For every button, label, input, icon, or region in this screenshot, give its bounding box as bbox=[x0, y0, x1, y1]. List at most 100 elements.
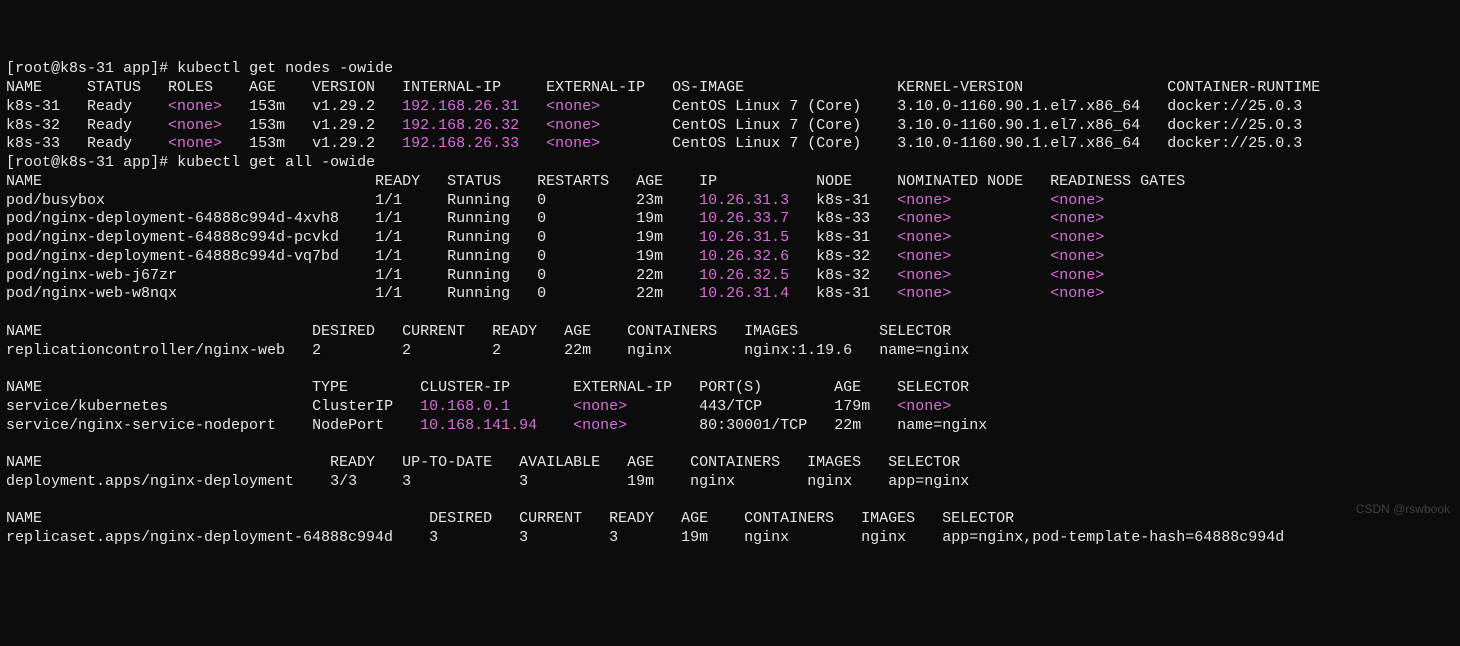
pod-status: Running bbox=[447, 210, 537, 227]
deploy-images: nginx bbox=[807, 473, 888, 490]
node-status: Ready bbox=[87, 117, 168, 134]
rs-desired: 3 bbox=[429, 529, 519, 546]
pod-name: pod/nginx-deployment-64888c994d-vq7bd bbox=[6, 248, 375, 265]
deploy-containers: nginx bbox=[690, 473, 807, 490]
pod-gates: <none> bbox=[1050, 248, 1104, 265]
svc-selector: name=nginx bbox=[897, 417, 987, 434]
pod-restarts: 0 bbox=[537, 285, 636, 302]
rc-desired: 2 bbox=[312, 342, 402, 359]
svc-name: service/nginx-service-nodeport bbox=[6, 417, 312, 434]
pod-name: pod/nginx-deployment-64888c994d-pcvkd bbox=[6, 229, 375, 246]
deploy-age: 19m bbox=[627, 473, 690, 490]
pod-ready: 1/1 bbox=[375, 192, 447, 209]
pod-nominated: <none> bbox=[897, 229, 951, 246]
node-roles: <none> bbox=[168, 117, 222, 134]
pod-restarts: 0 bbox=[537, 248, 636, 265]
pod-restarts: 0 bbox=[537, 267, 636, 284]
pod-age: 19m bbox=[636, 248, 699, 265]
pod-gates: <none> bbox=[1050, 192, 1104, 209]
svc-type: ClusterIP bbox=[312, 398, 420, 415]
pod-status: Running bbox=[447, 229, 537, 246]
deploy-uptodate: 3 bbox=[402, 473, 519, 490]
node-os: CentOS Linux 7 (Core) bbox=[672, 135, 897, 152]
node-roles: <none> bbox=[168, 98, 222, 115]
pod-name: pod/nginx-web-j67zr bbox=[6, 267, 375, 284]
pod-node: k8s-31 bbox=[816, 229, 897, 246]
pod-name: pod/nginx-web-w8nqx bbox=[6, 285, 375, 302]
pod-age: 19m bbox=[636, 229, 699, 246]
pod-ip: 10.26.31.3 bbox=[699, 192, 789, 209]
svc-type: NodePort bbox=[312, 417, 420, 434]
prompt-user-host: root@k8s-31 bbox=[15, 154, 114, 171]
node-version: v1.29.2 bbox=[312, 98, 402, 115]
node-version: v1.29.2 bbox=[312, 135, 402, 152]
pod-ready: 1/1 bbox=[375, 210, 447, 227]
prompt-user-host: root@k8s-31 bbox=[15, 60, 114, 77]
svc-age: 22m bbox=[834, 417, 897, 434]
deploy-ready: 3/3 bbox=[330, 473, 402, 490]
rs-selector: app=nginx,pod-template-hash=64888c994d bbox=[942, 529, 1284, 546]
node-kernel: 3.10.0-1160.90.1.el7.x86_64 bbox=[897, 98, 1167, 115]
pod-ready: 1/1 bbox=[375, 248, 447, 265]
rc-selector: name=nginx bbox=[879, 342, 969, 359]
svc-cluster-ip: 10.168.141.94 bbox=[420, 417, 537, 434]
node-internal-ip: 192.168.26.33 bbox=[402, 135, 519, 152]
watermark: CSDN @rswbook bbox=[1356, 502, 1450, 517]
node-name: k8s-33 bbox=[6, 135, 87, 152]
svc-external-ip: <none> bbox=[573, 398, 627, 415]
pod-restarts: 0 bbox=[537, 210, 636, 227]
node-kernel: 3.10.0-1160.90.1.el7.x86_64 bbox=[897, 117, 1167, 134]
svc-ports: 443/TCP bbox=[699, 398, 834, 415]
pod-ip: 10.26.31.4 bbox=[699, 285, 789, 302]
node-runtime: docker://25.0.3 bbox=[1167, 98, 1302, 115]
pod-nominated: <none> bbox=[897, 192, 951, 209]
rs-name: replicaset.apps/nginx-deployment-64888c9… bbox=[6, 529, 429, 546]
deploy-name: deployment.apps/nginx-deployment bbox=[6, 473, 330, 490]
pod-age: 22m bbox=[636, 267, 699, 284]
pod-restarts: 0 bbox=[537, 192, 636, 209]
pod-nominated: <none> bbox=[897, 267, 951, 284]
rs-ready: 3 bbox=[609, 529, 681, 546]
pod-nominated: <none> bbox=[897, 285, 951, 302]
pod-status: Running bbox=[447, 285, 537, 302]
pod-ready: 1/1 bbox=[375, 285, 447, 302]
node-name: k8s-32 bbox=[6, 117, 87, 134]
node-roles: <none> bbox=[168, 135, 222, 152]
node-external-ip: <none> bbox=[546, 98, 600, 115]
svc-ports: 80:30001/TCP bbox=[699, 417, 834, 434]
rs-age: 19m bbox=[681, 529, 744, 546]
command: kubectl get all -owide bbox=[177, 154, 375, 171]
node-os: CentOS Linux 7 (Core) bbox=[672, 98, 897, 115]
pod-node: k8s-31 bbox=[816, 192, 897, 209]
rs-current: 3 bbox=[519, 529, 609, 546]
rc-ready: 2 bbox=[492, 342, 564, 359]
deploy-available: 3 bbox=[519, 473, 627, 490]
svc-selector: <none> bbox=[897, 398, 951, 415]
node-status: Ready bbox=[87, 135, 168, 152]
rs-containers: nginx bbox=[744, 529, 861, 546]
svc-name: service/kubernetes bbox=[6, 398, 312, 415]
pod-ready: 1/1 bbox=[375, 267, 447, 284]
node-runtime: docker://25.0.3 bbox=[1167, 117, 1302, 134]
pod-node: k8s-32 bbox=[816, 267, 897, 284]
pod-status: Running bbox=[447, 192, 537, 209]
pod-restarts: 0 bbox=[537, 229, 636, 246]
node-internal-ip: 192.168.26.32 bbox=[402, 117, 519, 134]
pod-nominated: <none> bbox=[897, 210, 951, 227]
node-internal-ip: 192.168.26.31 bbox=[402, 98, 519, 115]
pod-age: 19m bbox=[636, 210, 699, 227]
pod-gates: <none> bbox=[1050, 267, 1104, 284]
node-os: CentOS Linux 7 (Core) bbox=[672, 117, 897, 134]
prompt-dir: app bbox=[123, 60, 150, 77]
terminal-output[interactable]: [root@k8s-31 app]# kubectl get nodes -ow… bbox=[6, 60, 1454, 548]
pod-name: pod/busybox bbox=[6, 192, 375, 209]
node-external-ip: <none> bbox=[546, 117, 600, 134]
pod-gates: <none> bbox=[1050, 285, 1104, 302]
pod-name: pod/nginx-deployment-64888c994d-4xvh8 bbox=[6, 210, 375, 227]
pod-gates: <none> bbox=[1050, 229, 1104, 246]
node-kernel: 3.10.0-1160.90.1.el7.x86_64 bbox=[897, 135, 1167, 152]
pod-node: k8s-31 bbox=[816, 285, 897, 302]
pod-age: 22m bbox=[636, 285, 699, 302]
pod-ip: 10.26.31.5 bbox=[699, 229, 789, 246]
svc-external-ip: <none> bbox=[573, 417, 627, 434]
